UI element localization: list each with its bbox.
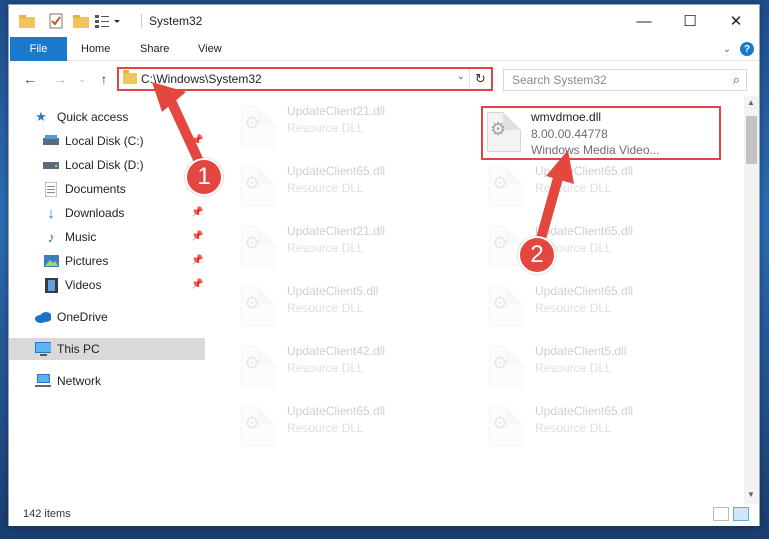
annotation-arrowhead-2: [546, 150, 574, 184]
annotation-arrow-2: [535, 173, 563, 247]
step-1-badge: 1: [185, 158, 223, 196]
annotation-overlay: [152, 82, 574, 247]
step-2-badge: 2: [518, 236, 556, 274]
